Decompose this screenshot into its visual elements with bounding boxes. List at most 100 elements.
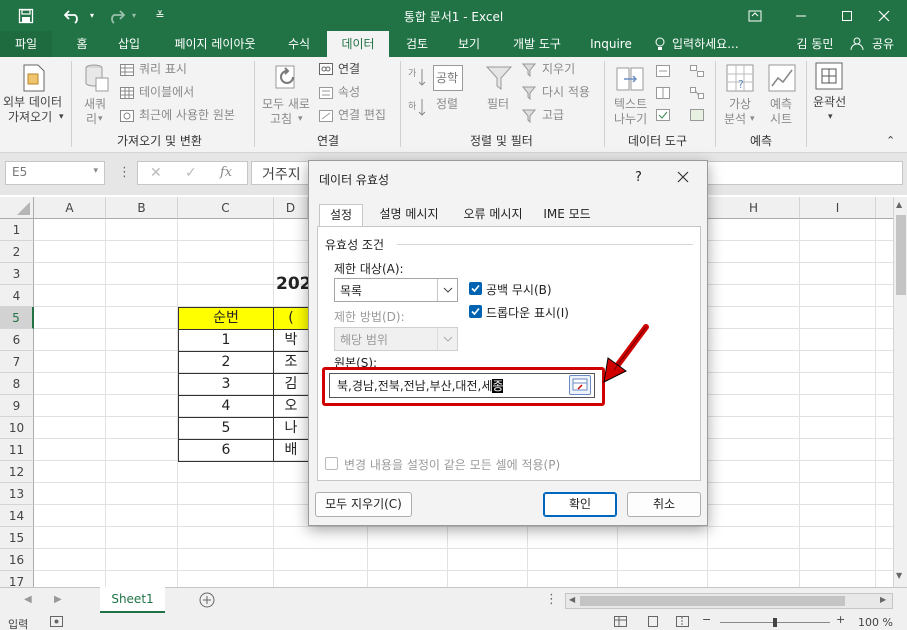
collapse-range-icon[interactable] — [569, 375, 591, 395]
refresh-all-label-1[interactable]: 모두 새로 — [262, 97, 310, 112]
sheet-options-icon[interactable]: ⋮ — [545, 592, 558, 607]
lightbulb-icon[interactable] — [654, 31, 670, 57]
scroll-right-icon[interactable]: ▶ — [880, 595, 886, 604]
text-to-columns-icon[interactable] — [616, 65, 644, 93]
close-icon[interactable] — [677, 171, 689, 183]
recent-sources-icon[interactable] — [120, 110, 134, 122]
collapse-ribbon-icon[interactable]: ⌃ — [886, 133, 895, 148]
edit-links-icon[interactable] — [319, 110, 333, 122]
what-if-label-1[interactable]: 가상 — [729, 97, 751, 112]
tab-home[interactable]: 홈 — [64, 31, 100, 57]
data-validation-icon[interactable] — [656, 109, 670, 121]
vertical-scrollbar[interactable]: ▲ ▼ — [893, 197, 907, 587]
from-table-button[interactable]: 테이블에서 — [139, 85, 194, 100]
row-header[interactable]: 12 — [0, 461, 34, 483]
forecast-sheet-label-1[interactable]: 예측 — [770, 97, 792, 112]
page-layout-icon[interactable] — [646, 616, 660, 628]
recent-sources-button[interactable]: 최근에 사용한 원본 — [139, 108, 235, 123]
row-header[interactable]: 15 — [0, 527, 34, 549]
connections-button[interactable]: 연결 — [338, 62, 360, 77]
ignore-blank-label[interactable]: 공백 무시(B) — [486, 281, 552, 298]
relationships-icon[interactable] — [690, 87, 704, 99]
cancel-button[interactable]: 취소 — [627, 492, 701, 517]
new-query-label-2[interactable]: 리 — [86, 112, 97, 127]
col-header-c[interactable]: C — [178, 197, 274, 219]
what-if-icon[interactable]: ? — [726, 64, 754, 92]
source-input[interactable]: 북,경남,전북,전남,부산,대전,세종 — [329, 373, 595, 398]
clear-filter-button[interactable]: 지우기 — [542, 62, 575, 77]
more-options-icon[interactable]: ⋮ — [118, 165, 131, 180]
properties-button[interactable]: 속성 — [338, 85, 360, 100]
new-query-label-1[interactable]: 새쿼 — [84, 97, 106, 112]
row-header[interactable]: 14 — [0, 505, 34, 527]
name-cell[interactable]: 배 — [273, 439, 309, 462]
connections-icon[interactable] — [319, 63, 333, 75]
outline-button[interactable]: 윤곽선 — [813, 95, 846, 110]
row-header[interactable]: 2 — [0, 241, 34, 263]
reapply-icon[interactable] — [522, 86, 538, 100]
outline-icon[interactable] — [815, 62, 843, 90]
row-header[interactable]: 17 — [0, 571, 34, 587]
col-header-b[interactable]: B — [106, 197, 178, 219]
name-header-cell[interactable]: ( — [273, 307, 309, 330]
name-cell[interactable]: 오 — [273, 395, 309, 418]
select-all-corner[interactable] — [0, 197, 34, 219]
ok-button[interactable]: 확인 — [543, 492, 617, 517]
refresh-all-icon[interactable] — [273, 63, 301, 93]
what-if-label-2[interactable]: 분석 — [724, 112, 746, 127]
seq-cell[interactable]: 3 — [178, 373, 274, 396]
tab-ime-mode[interactable]: IME 모드 — [537, 204, 597, 226]
zoom-level[interactable]: 100 % — [858, 616, 893, 629]
flash-fill-icon[interactable] — [656, 65, 670, 77]
tab-input-message[interactable]: 설명 메시지 — [371, 204, 447, 226]
sort-az-icon[interactable]: 가 — [408, 67, 426, 87]
prev-sheet-icon[interactable]: ◀ — [24, 594, 32, 605]
macro-record-icon[interactable] — [50, 616, 64, 628]
external-data-icon[interactable] — [22, 64, 46, 92]
name-cell[interactable]: 김 — [273, 373, 309, 396]
scroll-down-icon[interactable]: ▼ — [896, 571, 902, 580]
next-sheet-icon[interactable]: ▶ — [54, 594, 62, 605]
new-query-icon[interactable] — [82, 63, 110, 93]
cancel-entry-icon[interactable]: ✕ — [150, 165, 162, 181]
scroll-up-icon[interactable]: ▲ — [896, 200, 902, 209]
ribbon-display-icon[interactable] — [732, 0, 778, 31]
chevron-down-icon[interactable]: ▾ — [750, 112, 755, 127]
name-cell[interactable]: 박 — [273, 329, 309, 352]
clear-all-button[interactable]: 모두 지우기(C) — [315, 492, 412, 517]
col-header-i[interactable]: I — [800, 197, 876, 219]
edit-links-button[interactable]: 연결 편집 — [338, 108, 386, 123]
dropdown-label[interactable]: 드롭다운 표시(I) — [486, 304, 569, 321]
page-break-icon[interactable] — [676, 616, 690, 628]
forecast-sheet-label-2[interactable]: 시트 — [770, 112, 792, 127]
sort-za-icon[interactable]: 하 — [408, 97, 426, 117]
apply-all-label[interactable]: 변경 내용을 설정이 같은 모든 셀에 적용(P) — [344, 456, 560, 473]
from-table-icon[interactable] — [120, 87, 134, 99]
filter-icon[interactable] — [485, 64, 513, 92]
refresh-all-label-2[interactable]: 고침 — [270, 112, 292, 127]
row-header[interactable]: 16 — [0, 549, 34, 571]
row-header[interactable]: 7 — [0, 351, 34, 373]
tell-me-input[interactable]: 입력하세요... — [672, 31, 750, 57]
zoom-in-icon[interactable]: + — [836, 613, 845, 626]
ignore-blank-checkbox[interactable] — [469, 282, 482, 295]
row-header[interactable]: 10 — [0, 417, 34, 439]
name-box[interactable]: E5 ▾ — [5, 161, 105, 185]
tab-settings[interactable]: 설정 — [319, 204, 363, 227]
col-header-h[interactable]: H — [708, 197, 800, 219]
row-header[interactable]: 4 — [0, 285, 34, 307]
get-external-data-label-2[interactable]: 가져오기 — [8, 110, 52, 125]
apply-all-checkbox[interactable] — [325, 457, 338, 470]
horizontal-scrollbar[interactable]: ◀ ▶ — [565, 593, 893, 609]
seq-cell[interactable]: 2 — [178, 351, 274, 374]
tab-view[interactable]: 보기 — [447, 31, 491, 57]
tab-page-layout[interactable]: 페이지 레이아웃 — [160, 31, 270, 57]
consolidate-icon[interactable] — [690, 65, 704, 77]
sheet-tab-sheet1[interactable]: Sheet1 — [100, 587, 165, 613]
chevron-down-icon[interactable]: ▾ — [93, 166, 98, 176]
manage-data-model-icon[interactable] — [690, 109, 704, 121]
tab-data[interactable]: 데이터 — [327, 31, 389, 57]
filter-button[interactable]: 필터 — [487, 97, 509, 112]
tab-formulas[interactable]: 수식 — [278, 31, 320, 57]
clear-filter-icon[interactable] — [522, 63, 538, 77]
